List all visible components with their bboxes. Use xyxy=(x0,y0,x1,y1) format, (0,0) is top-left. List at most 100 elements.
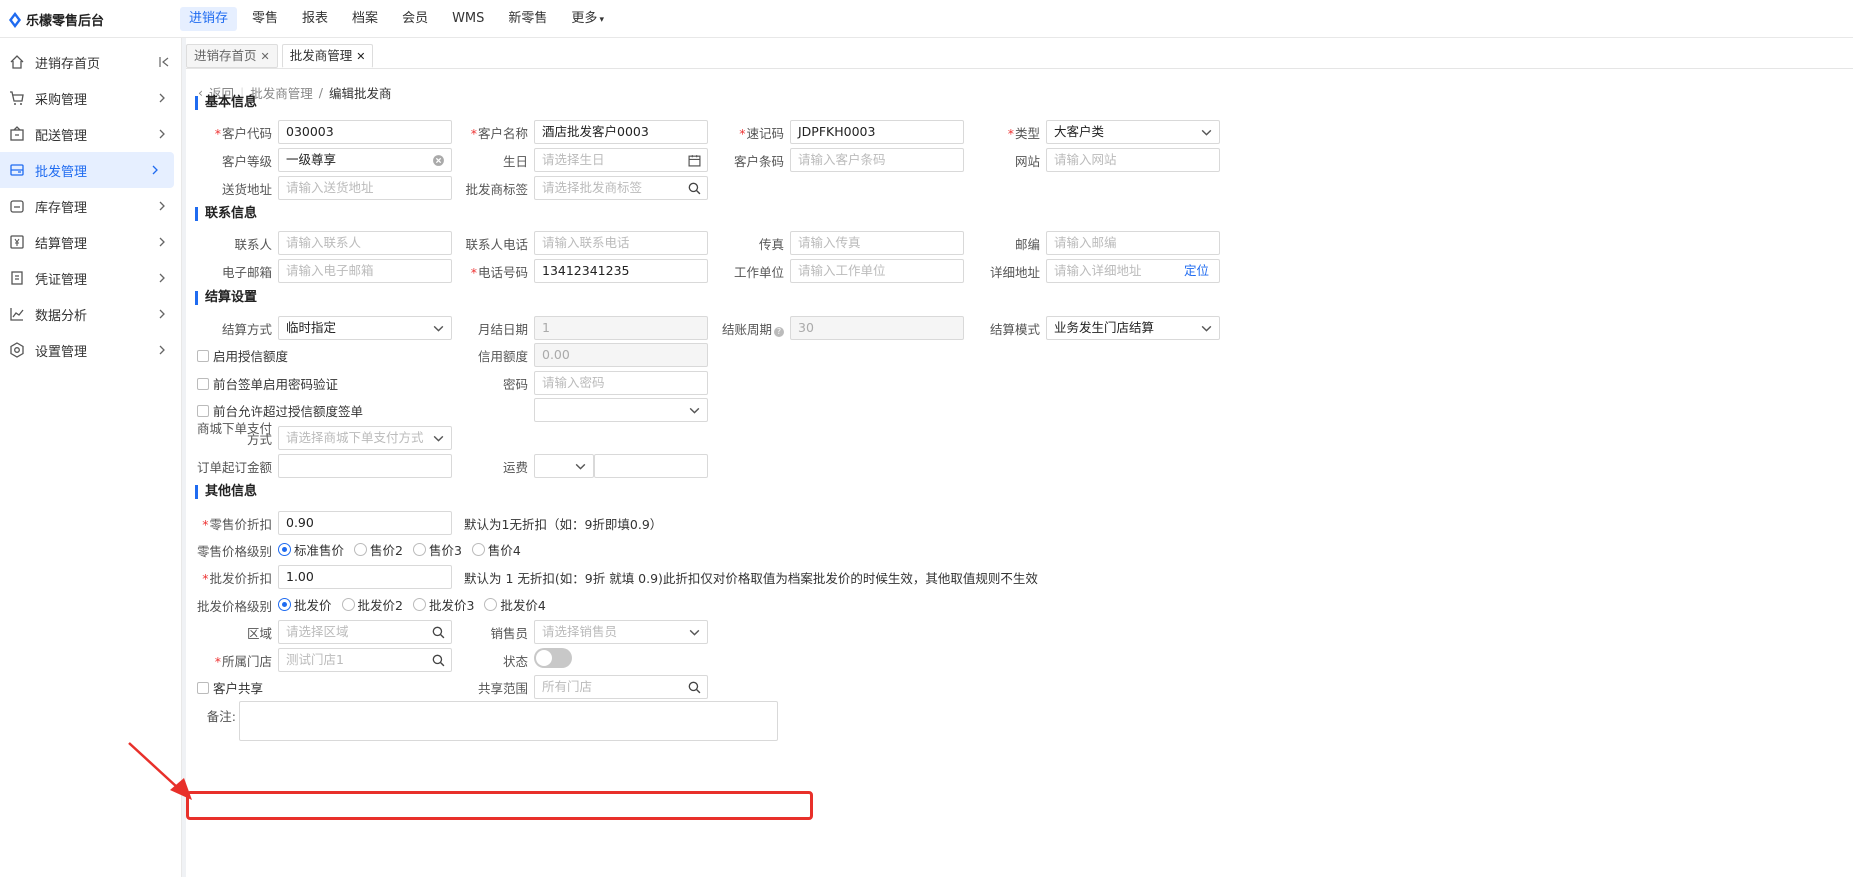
zip-input[interactable]: 请输入邮编 xyxy=(1046,231,1220,255)
customer-name-input[interactable]: 酒店批发客户0003 xyxy=(534,120,708,144)
nav-archive[interactable]: 档案 xyxy=(343,7,387,31)
nav-report[interactable]: 报表 xyxy=(293,7,337,31)
store-select[interactable]: 测试门店1 xyxy=(278,648,452,672)
over-credit-checkbox[interactable]: 前台允许超过授信额度签单 xyxy=(197,401,363,420)
radio-label: 批发价 xyxy=(294,598,332,613)
required-mark: * xyxy=(214,654,221,669)
radio-wholesale-price-4[interactable]: 批发价4 xyxy=(484,595,546,614)
over-credit-select[interactable] xyxy=(534,398,708,422)
status-toggle[interactable] xyxy=(534,648,572,668)
password-check-checkbox[interactable]: 前台签单启用密码验证 xyxy=(197,374,338,393)
settle-method-select[interactable]: 临时指定 xyxy=(278,316,452,340)
radio-wholesale-price-2[interactable]: 批发价2 xyxy=(341,595,403,614)
search-icon[interactable] xyxy=(688,182,701,195)
type-select[interactable]: 大客户类 xyxy=(1046,120,1220,144)
freight-type-select[interactable] xyxy=(534,454,594,478)
settle-mode-select[interactable]: 业务发生门店结算 xyxy=(1046,316,1220,340)
sidebar-item-analysis[interactable]: 数据分析 xyxy=(0,296,181,332)
sidebar-item-settlement[interactable]: 结算管理 xyxy=(0,224,181,260)
nav-inventory[interactable]: 进销存 xyxy=(180,7,238,31)
search-icon[interactable] xyxy=(688,681,701,694)
company-label: 工作单位 xyxy=(733,265,784,280)
radio-label: 批发价4 xyxy=(500,598,546,613)
contact-person-input[interactable]: 请输入联系人 xyxy=(278,231,452,255)
settlement-icon xyxy=(10,235,24,249)
nav-newretail[interactable]: 新零售 xyxy=(499,7,556,31)
birthday-picker[interactable]: 请选择生日 xyxy=(534,148,708,172)
radio-standard-price[interactable]: 标准售价 xyxy=(278,540,344,559)
search-icon[interactable] xyxy=(432,626,445,639)
tab-inventory-home[interactable]: 进销存首页 ✕ xyxy=(186,44,278,68)
chevron-down-icon xyxy=(1201,129,1212,136)
sidebar-item-wholesale[interactable]: 批发管理 xyxy=(0,152,174,188)
freight-label: 运费 xyxy=(502,460,528,475)
placeholder-text: 请选择销售员 xyxy=(542,624,618,639)
customer-level-select[interactable]: 一级尊享 xyxy=(278,148,452,172)
clear-icon[interactable] xyxy=(432,154,445,167)
phone-number-input[interactable]: 13412341235 xyxy=(534,259,708,283)
mall-pay-select[interactable]: 请选择商城下单支付方式 xyxy=(278,426,452,450)
app-logo[interactable]: 乐檬零售后台 xyxy=(8,10,104,29)
box-icon xyxy=(10,126,24,141)
nav-member[interactable]: 会员 xyxy=(393,7,437,31)
tab-wholesaler-manage[interactable]: 批发商管理 ✕ xyxy=(281,44,374,68)
sidebar-item-stock[interactable]: 库存管理 xyxy=(0,188,181,224)
website-input[interactable]: 请输入网站 xyxy=(1046,148,1220,172)
month-day-input[interactable]: 1 xyxy=(534,316,708,340)
share-range-select[interactable]: 所有门店 xyxy=(534,675,708,699)
password-input[interactable]: 请输入密码 xyxy=(534,371,708,395)
cart-icon xyxy=(10,91,24,105)
fax-input[interactable]: 请输入传真 xyxy=(790,231,964,255)
chevron-right-icon xyxy=(159,345,165,355)
remark-label: 备注: xyxy=(206,709,236,724)
label-text: 客户代码 xyxy=(221,126,272,141)
radio-wholesale-price[interactable]: 批发价 xyxy=(278,595,332,614)
customer-share-checkbox[interactable]: 客户共享 xyxy=(197,678,263,697)
radio-wholesale-price-3[interactable]: 批发价3 xyxy=(412,595,474,614)
freight-input[interactable] xyxy=(594,454,708,478)
barcode-input[interactable]: 请输入客户条码 xyxy=(790,148,964,172)
help-icon[interactable]: ? xyxy=(774,327,784,337)
remark-textarea[interactable] xyxy=(239,701,778,741)
search-icon[interactable] xyxy=(432,654,445,667)
radio-price-4[interactable]: 售价4 xyxy=(471,540,521,559)
locate-link[interactable]: 定位 xyxy=(1184,260,1209,282)
nav-retail[interactable]: 零售 xyxy=(243,7,287,31)
radio-price-3[interactable]: 售价3 xyxy=(412,540,462,559)
tab-divider xyxy=(186,68,1853,69)
sidebar-item-voucher[interactable]: 凭证管理 xyxy=(0,260,181,296)
home-icon xyxy=(10,55,24,69)
wholesale-discount-input[interactable]: 1.00 xyxy=(278,565,452,589)
close-icon[interactable]: ✕ xyxy=(261,50,270,63)
sidebar-item-settings[interactable]: 设置管理 xyxy=(0,332,181,368)
sidebar-item-purchase[interactable]: 采购管理 xyxy=(0,80,181,116)
sidebar-item-home[interactable]: 进销存首页 xyxy=(0,44,181,80)
select-value: 临时指定 xyxy=(286,320,337,335)
email-input[interactable]: 请输入电子邮箱 xyxy=(278,259,452,283)
wholesale-discount-label: *批发价折扣 xyxy=(186,568,272,587)
detail-address-input[interactable]: 请输入详细地址 定位 xyxy=(1046,259,1220,283)
required-mark: * xyxy=(202,571,209,586)
credit-enable-checkbox[interactable]: 启用授信额度 xyxy=(197,346,288,365)
contact-phone-input[interactable]: 请输入联系电话 xyxy=(534,231,708,255)
sidebar-item-delivery[interactable]: 配送管理 xyxy=(0,116,181,152)
breadcrumb-parent[interactable]: 批发商管理 xyxy=(250,83,313,102)
salesperson-select[interactable]: 请选择销售员 xyxy=(534,620,708,644)
retail-discount-input[interactable]: 0.90 xyxy=(278,511,452,535)
customer-code-input[interactable]: 030003 xyxy=(278,120,452,144)
placeholder-text: 测试门店1 xyxy=(286,652,344,667)
tag-select[interactable]: 请选择批发商标签 xyxy=(534,176,708,200)
region-select[interactable]: 请选择区域 xyxy=(278,620,452,644)
nav-wms[interactable]: WMS xyxy=(443,7,493,31)
close-icon[interactable]: ✕ xyxy=(356,50,365,63)
min-order-input[interactable] xyxy=(278,454,452,478)
radio-price-2[interactable]: 售价2 xyxy=(354,540,403,559)
company-input[interactable]: 请输入工作单位 xyxy=(790,259,964,283)
period-input[interactable]: 30 xyxy=(790,316,964,340)
delivery-address-input[interactable]: 请输入送货地址 xyxy=(278,176,452,200)
collapse-sidebar-icon[interactable] xyxy=(157,55,171,69)
quick-code-input[interactable]: JDPFKH0003 xyxy=(790,120,964,144)
placeholder-text: 请选择批发商标签 xyxy=(542,180,643,195)
nav-more[interactable]: 更多 ▾ xyxy=(562,7,613,31)
credit-input[interactable]: 0.00 xyxy=(534,343,708,367)
